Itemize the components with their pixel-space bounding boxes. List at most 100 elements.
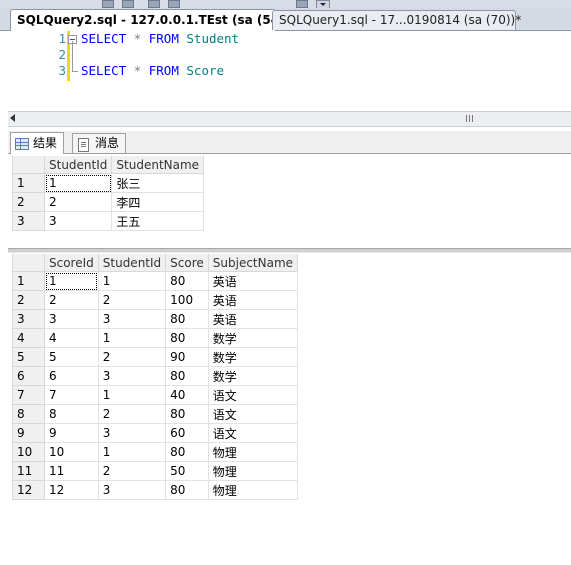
scrollbar-grip-icon[interactable] <box>466 115 478 122</box>
table-row[interactable]: 6 6 3 80 数学 <box>12 366 299 386</box>
table-row[interactable]: 7 7 1 40 语文 <box>12 385 299 405</box>
table-cell[interactable]: 4 <box>44 328 99 348</box>
table-cell[interactable]: 2 <box>44 290 99 310</box>
table-cell[interactable]: 2 <box>43 192 113 212</box>
table-cell[interactable]: 5 <box>44 347 99 367</box>
toolbar-button-icon[interactable] <box>122 0 134 8</box>
row-number[interactable]: 5 <box>12 347 45 367</box>
table-cell[interactable]: 语文 <box>207 423 299 443</box>
table-cell[interactable]: 80 <box>165 328 209 348</box>
table-cell[interactable]: 60 <box>165 423 209 443</box>
table-cell[interactable]: 英语 <box>207 290 299 310</box>
table-cell[interactable]: 1 <box>97 328 167 348</box>
table-cell[interactable]: 语文 <box>207 404 299 424</box>
toolbar-button-icon[interactable] <box>102 0 114 8</box>
column-header[interactable]: StudentId <box>43 156 113 174</box>
table-cell[interactable]: 12 <box>44 480 99 500</box>
table-cell[interactable]: 张三 <box>111 173 205 193</box>
table-cell[interactable]: 80 <box>165 366 209 386</box>
table-cell[interactable]: 11 <box>44 461 99 481</box>
table-cell[interactable]: 3 <box>44 309 99 329</box>
table-cell[interactable]: 3 <box>97 309 167 329</box>
row-number[interactable]: 10 <box>12 442 45 462</box>
table-cell[interactable]: 2 <box>97 347 167 367</box>
table-row[interactable]: 3 3 王五 <box>12 211 205 231</box>
table-row[interactable]: 12 12 3 80 物理 <box>12 480 299 500</box>
table-cell[interactable]: 80 <box>165 404 209 424</box>
row-number[interactable]: 12 <box>12 480 45 500</box>
table-cell[interactable]: 9 <box>44 423 99 443</box>
column-header[interactable]: StudentId <box>97 254 167 272</box>
tab-sqlquery2[interactable]: SQLQuery2.sql - 127.0.0.1.TEst (sa (54))… <box>10 9 296 31</box>
table-cell[interactable]: 3 <box>97 480 167 500</box>
table-row[interactable]: 10 10 1 80 物理 <box>12 442 299 462</box>
table-cell[interactable]: 2 <box>97 290 167 310</box>
table-cell[interactable]: 90 <box>165 347 209 367</box>
result-grid-student[interactable]: StudentId StudentName 1 1 张三 2 2 李四 3 3 … <box>12 156 205 231</box>
results-pane-splitter[interactable] <box>8 248 571 253</box>
table-cell[interactable]: 1 <box>43 173 113 193</box>
table-cell[interactable]: 2 <box>97 461 167 481</box>
table-cell[interactable]: 英语 <box>207 271 299 291</box>
result-grid-score[interactable]: ScoreId StudentId Score SubjectName 1118… <box>12 254 299 500</box>
toolbar-button-icon[interactable] <box>148 0 160 8</box>
table-row[interactable]: 2 2 2 100 英语 <box>12 290 299 310</box>
row-number[interactable]: 7 <box>12 385 45 405</box>
table-cell[interactable]: 李四 <box>111 192 205 212</box>
table-row[interactable]: 1 1 张三 <box>12 173 205 193</box>
table-cell[interactable]: 40 <box>165 385 209 405</box>
row-number[interactable]: 1 <box>12 173 45 193</box>
table-cell[interactable]: 80 <box>165 480 209 500</box>
table-row[interactable]: 5 5 2 90 数学 <box>12 347 299 367</box>
table-cell[interactable]: 80 <box>165 271 209 291</box>
table-cell[interactable]: 物理 <box>207 442 299 462</box>
table-cell[interactable]: 3 <box>97 366 167 386</box>
tab-results[interactable]: 结果 <box>10 132 65 154</box>
scroll-left-icon[interactable] <box>10 114 15 122</box>
table-row[interactable]: 11 11 2 50 物理 <box>12 461 299 481</box>
toolbar-button-icon[interactable] <box>296 0 308 8</box>
table-cell[interactable]: 3 <box>43 211 113 231</box>
row-number[interactable]: 9 <box>12 423 45 443</box>
table-cell[interactable]: 1 <box>97 385 167 405</box>
table-cell[interactable]: 2 <box>97 404 167 424</box>
table-row[interactable]: 4 4 1 80 数学 <box>12 328 299 348</box>
table-cell[interactable]: 80 <box>165 309 209 329</box>
table-cell[interactable]: 3 <box>97 423 167 443</box>
table-cell[interactable]: 英语 <box>207 309 299 329</box>
editor-horizontal-scrollbar[interactable] <box>8 111 571 127</box>
table-row[interactable]: 3 3 3 80 英语 <box>12 309 299 329</box>
row-number[interactable]: 3 <box>12 309 45 329</box>
table-cell[interactable]: 物理 <box>207 480 299 500</box>
column-header[interactable]: Score <box>165 254 209 272</box>
row-number[interactable]: 3 <box>12 211 45 231</box>
table-row[interactable]: 9 9 3 60 语文 <box>12 423 299 443</box>
row-number[interactable]: 2 <box>12 290 45 310</box>
table-row[interactable]: 1 1 1 80 英语 <box>12 271 299 291</box>
row-number[interactable]: 2 <box>12 192 45 212</box>
row-number[interactable]: 11 <box>12 461 45 481</box>
table-cell[interactable]: 数学 <box>207 328 299 348</box>
table-cell[interactable]: 100 <box>165 290 209 310</box>
query-editor[interactable]: 1 SELECT * FROM Student 2 3 SELECT * FRO… <box>8 31 571 111</box>
toolbar-button-icon[interactable] <box>168 0 180 8</box>
table-cell[interactable]: 10 <box>44 442 99 462</box>
row-number[interactable]: 8 <box>12 404 45 424</box>
table-cell[interactable]: 数学 <box>207 347 299 367</box>
tab-sqlquery1[interactable]: SQLQuery1.sql - 17...0190814 (sa (70))* <box>272 10 521 30</box>
column-header[interactable]: ScoreId <box>44 254 99 272</box>
table-cell[interactable]: 数学 <box>207 366 299 386</box>
table-cell[interactable]: 80 <box>165 442 209 462</box>
table-cell[interactable]: 6 <box>44 366 99 386</box>
table-row[interactable]: 8 8 2 80 语文 <box>12 404 299 424</box>
row-number[interactable]: 6 <box>12 366 45 386</box>
tab-messages[interactable]: 消息 <box>72 133 127 153</box>
row-number[interactable]: 1 <box>12 271 45 291</box>
table-cell[interactable]: 1 <box>97 442 167 462</box>
table-cell[interactable]: 1 <box>44 271 99 291</box>
table-cell[interactable]: 7 <box>44 385 99 405</box>
table-cell[interactable]: 1 <box>97 271 167 291</box>
table-row[interactable]: 2 2 李四 <box>12 192 205 212</box>
table-cell[interactable]: 50 <box>165 461 209 481</box>
table-cell[interactable]: 8 <box>44 404 99 424</box>
